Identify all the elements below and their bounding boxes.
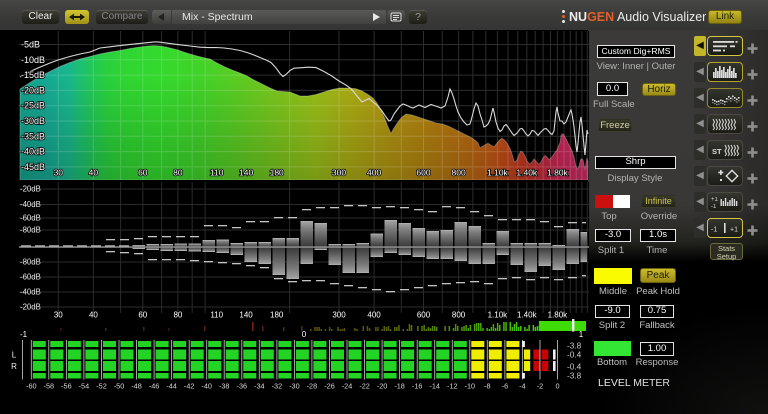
svg-text:-8: -8	[484, 382, 491, 391]
svg-text:-28: -28	[307, 382, 318, 391]
svg-text:L: L	[12, 351, 17, 360]
svg-text:-38: -38	[219, 382, 230, 391]
svg-text:-25dB: -25dB	[21, 101, 45, 111]
svg-text:-80dB: -80dB	[20, 226, 41, 235]
svg-text:-16: -16	[412, 382, 423, 391]
svg-text:-40dB: -40dB	[21, 147, 45, 157]
svg-text:300: 300	[332, 168, 346, 178]
svg-text:-60dB: -60dB	[20, 214, 41, 223]
svg-text:-24: -24	[342, 382, 353, 391]
svg-text:40: 40	[89, 168, 99, 178]
svg-text:-6: -6	[502, 382, 509, 391]
svg-text:-2: -2	[537, 382, 544, 391]
svg-text:-60: -60	[26, 382, 37, 391]
svg-text:+1: +1	[711, 197, 719, 203]
svg-text:-45dB: -45dB	[21, 162, 45, 172]
svg-text:400: 400	[367, 168, 381, 178]
svg-text:1.40k: 1.40k	[516, 168, 538, 178]
svg-text:-14: -14	[429, 382, 440, 391]
svg-text:-30dB: -30dB	[21, 116, 45, 126]
svg-text:60: 60	[138, 168, 148, 178]
svg-text:30: 30	[54, 168, 64, 178]
svg-text:-40dB: -40dB	[20, 200, 41, 209]
svg-text:110: 110	[210, 168, 224, 178]
svg-text:-34: -34	[254, 382, 265, 391]
svg-text:-54: -54	[79, 382, 90, 391]
svg-text:-15dB: -15dB	[21, 70, 45, 80]
svg-text:-20: -20	[377, 382, 388, 391]
svg-text:600: 600	[416, 168, 430, 178]
svg-text:-20dB: -20dB	[21, 85, 45, 95]
svg-text:ST: ST	[712, 147, 722, 156]
svg-text:1.80k: 1.80k	[547, 168, 569, 178]
svg-text:+1: +1	[730, 227, 738, 234]
svg-text:-80dB: -80dB	[20, 258, 41, 267]
svg-text:0: 0	[555, 382, 559, 391]
svg-text:180: 180	[270, 168, 284, 178]
svg-text:-1: -1	[711, 204, 717, 210]
svg-text:-5dB: -5dB	[21, 40, 40, 50]
svg-text:-48: -48	[131, 382, 142, 391]
svg-text:-58: -58	[44, 382, 55, 391]
svg-text:-60dB: -60dB	[20, 273, 41, 282]
svg-text:-18: -18	[394, 382, 405, 391]
svg-text:-44: -44	[166, 382, 177, 391]
svg-text:-56: -56	[61, 382, 72, 391]
svg-text:-4: -4	[519, 382, 526, 391]
svg-text:-12: -12	[447, 382, 458, 391]
svg-text:-42: -42	[184, 382, 195, 391]
svg-text:-10dB: -10dB	[21, 55, 45, 65]
svg-text:-10: -10	[465, 382, 476, 391]
svg-text:-36: -36	[237, 382, 248, 391]
svg-text:-1: -1	[711, 227, 717, 234]
svg-text:-22: -22	[359, 382, 370, 391]
svg-text:-20dB: -20dB	[20, 303, 41, 312]
svg-text:-46: -46	[149, 382, 160, 391]
svg-text:-32: -32	[272, 382, 283, 391]
svg-text:-40: -40	[201, 382, 212, 391]
svg-text:R: R	[11, 362, 17, 371]
svg-text:-52: -52	[96, 382, 107, 391]
svg-text:-35dB: -35dB	[21, 131, 45, 141]
svg-text:80: 80	[173, 168, 183, 178]
svg-text:-50: -50	[114, 382, 125, 391]
svg-text:-20dB: -20dB	[20, 185, 41, 194]
svg-text:140: 140	[239, 168, 253, 178]
svg-text:-40dB: -40dB	[20, 288, 41, 297]
svg-text:-26: -26	[324, 382, 335, 391]
svg-text:-30: -30	[289, 382, 300, 391]
svg-text:800: 800	[452, 168, 466, 178]
svg-text:1.10k: 1.10k	[487, 168, 509, 178]
